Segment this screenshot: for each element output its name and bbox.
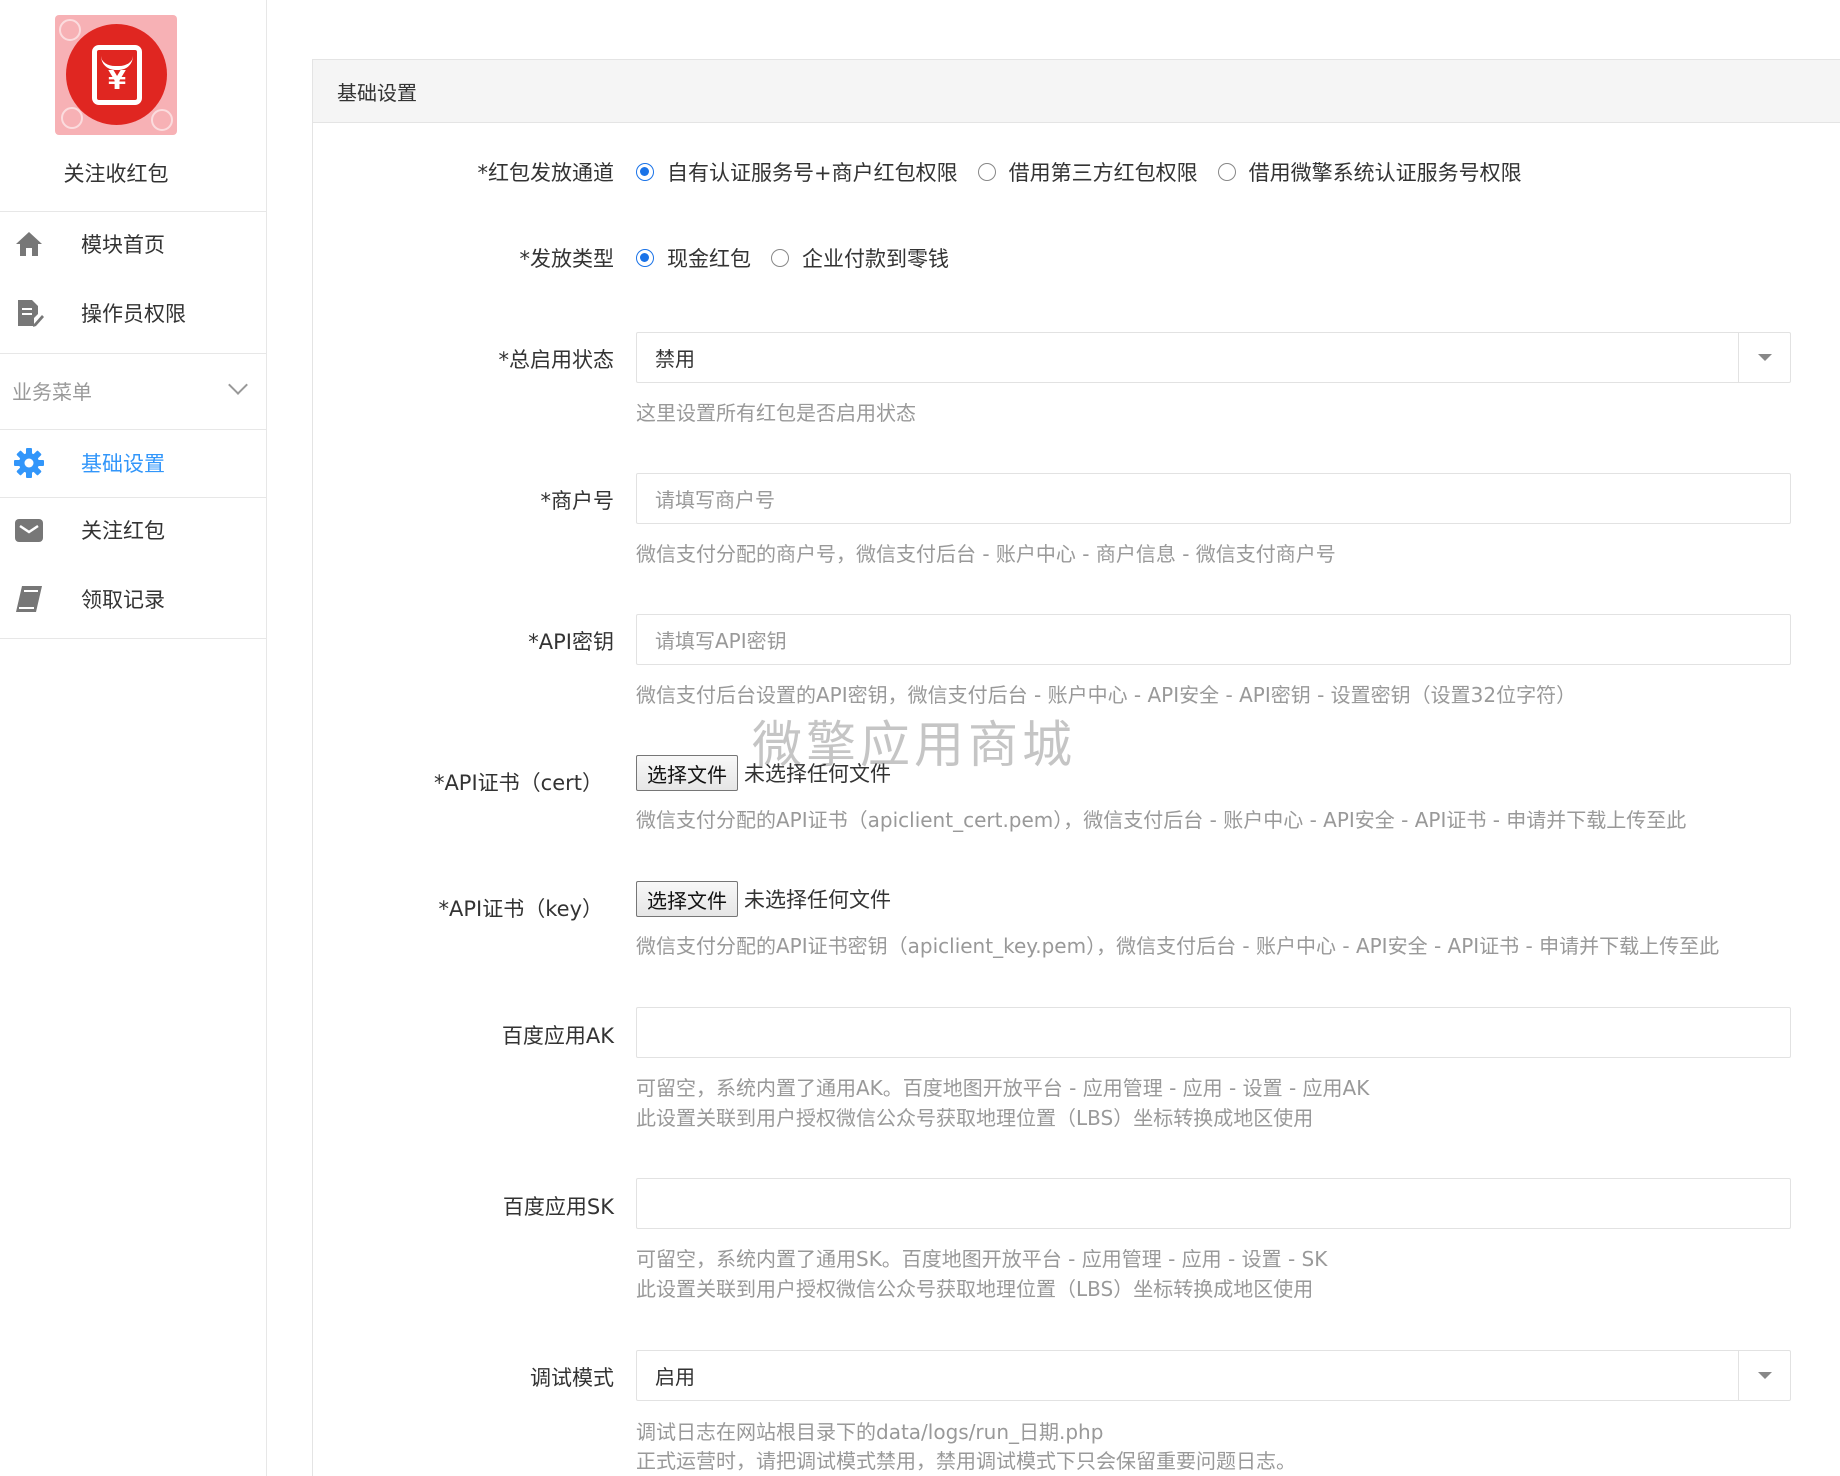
sidebar-item-follow-red-packet[interactable]: 关注红包	[0, 502, 267, 558]
api-key-file-input: 选择文件 未选择任何文件	[636, 881, 891, 917]
issue-type-radio-group: 现金红包 企业付款到零钱	[636, 243, 969, 273]
choose-file-button[interactable]: 选择文件	[636, 755, 738, 791]
channel-option-third-party[interactable]: 借用第三方红包权限	[977, 157, 1198, 187]
api-cert-help: 微信支付分配的API证书（apiclient_cert.pem），微信支付后台 …	[636, 808, 1687, 832]
divider	[0, 353, 267, 354]
sidebar-item-basic-settings[interactable]: 基础设置	[0, 435, 267, 491]
merchant-id-help: 微信支付分配的商户号，微信支付后台 - 账户中心 - 商户信息 - 微信支付商户…	[636, 542, 1336, 566]
envelope-icon	[15, 519, 43, 542]
sidebar-item-label: 模块首页	[81, 233, 165, 257]
merchant-id-input[interactable]: 请填写商户号	[636, 473, 1791, 524]
divider	[0, 497, 267, 498]
file-status: 未选择任何文件	[744, 762, 891, 786]
sidebar-item-label: 关注红包	[81, 519, 165, 543]
debug-mode-select[interactable]: 启用	[636, 1350, 1791, 1401]
debug-mode-label: 调试模式	[530, 1366, 614, 1390]
radio-button[interactable]	[636, 163, 654, 181]
sidebar-item-claim-records[interactable]: 领取记录	[0, 571, 267, 627]
baidu-ak-label: 百度应用AK	[501, 1024, 614, 1048]
issue-type-label: *发放类型	[519, 247, 615, 271]
debug-mode-value: 启用	[655, 1365, 695, 1389]
radio-button[interactable]	[771, 249, 789, 267]
baidu-ak-help-lbs: 此设置关联到用户授权微信公众号获取地理位置（LBS）坐标转换成地区使用	[636, 1106, 1314, 1130]
baidu-ak-help: 可留空，系统内置了通用AK。百度地图开放平台 - 应用管理 - 应用 - 设置 …	[636, 1076, 1370, 1100]
app-logo: ¥	[55, 15, 177, 135]
sidebar-item-module-home[interactable]: 模块首页	[0, 216, 267, 272]
gear-icon	[14, 448, 44, 478]
baidu-sk-input[interactable]	[636, 1178, 1791, 1229]
api-key-placeholder: 请填写API密钥	[655, 629, 787, 653]
baidu-sk-help-lbs: 此设置关联到用户授权微信公众号获取地理位置（LBS）坐标转换成地区使用	[636, 1277, 1314, 1301]
api-key-cert-label: *API证书（key）	[438, 897, 603, 921]
issue-type-option-cash[interactable]: 现金红包	[636, 243, 751, 273]
divider	[0, 211, 267, 212]
debug-mode-help-note: 正式运营时，请把调试模式禁用，禁用调试模式下只会保留重要问题日志。	[636, 1449, 1296, 1473]
baidu-sk-help: 可留空，系统内置了通用SK。百度地图开放平台 - 应用管理 - 应用 - 设置 …	[636, 1247, 1328, 1271]
radio-button[interactable]	[977, 163, 996, 181]
home-icon	[16, 232, 42, 256]
merchant-id-label: *商户号	[540, 489, 615, 513]
api-key-input[interactable]: 请填写API密钥	[636, 614, 1791, 665]
channel-radio-group: 自有认证服务号+商户红包权限 借用第三方红包权限 借用微擎系统认证服务号权限	[636, 157, 1542, 187]
api-key-cert-help: 微信支付分配的API证书密钥（apiclient_key.pem），微信支付后台…	[636, 934, 1720, 958]
menu-heading: 业务菜单	[12, 380, 92, 404]
radio-button[interactable]	[1217, 163, 1236, 181]
caret-down-icon	[1758, 354, 1772, 361]
api-cert-label: *API证书（cert）	[433, 771, 603, 795]
issue-type-option-wallet[interactable]: 企业付款到零钱	[771, 243, 949, 273]
radio-button[interactable]	[636, 249, 654, 267]
choose-file-button[interactable]: 选择文件	[636, 881, 738, 917]
divider	[0, 429, 267, 430]
logo-decoration	[151, 109, 173, 131]
book-icon	[16, 586, 42, 612]
baidu-ak-input[interactable]	[636, 1007, 1791, 1058]
caret-down-icon	[1758, 1372, 1772, 1379]
document-edit-icon	[18, 300, 44, 327]
logo-decoration	[61, 107, 83, 129]
status-select-value: 禁用	[655, 347, 695, 371]
red-envelope-icon: ¥	[66, 24, 167, 125]
panel-title: 基础设置	[313, 60, 1840, 123]
status-label: *总启用状态	[498, 348, 615, 372]
file-status: 未选择任何文件	[744, 888, 891, 912]
sidebar-item-label: 基础设置	[81, 452, 165, 476]
channel-label: *红包发放通道	[477, 161, 615, 185]
api-cert-file-input: 选择文件 未选择任何文件	[636, 755, 891, 791]
logo-decoration	[59, 19, 81, 41]
sidebar-item-label: 操作员权限	[81, 302, 186, 326]
status-select[interactable]: 禁用	[636, 332, 1791, 383]
status-select-toggle[interactable]	[1738, 333, 1790, 382]
sidebar-item-operator-permissions[interactable]: 操作员权限	[0, 285, 267, 341]
debug-mode-select-toggle[interactable]	[1738, 1351, 1790, 1400]
status-help: 这里设置所有红包是否启用状态	[636, 401, 916, 425]
baidu-sk-label: 百度应用SK	[502, 1195, 614, 1219]
channel-option-own[interactable]: 自有认证服务号+商户红包权限	[636, 157, 958, 187]
debug-mode-help: 调试日志在网站根目录下的data/logs/run_日期.php	[636, 1420, 1104, 1444]
app-name: 关注收红包	[63, 162, 169, 186]
channel-option-system[interactable]: 借用微擎系统认证服务号权限	[1217, 157, 1522, 187]
sidebar-item-label: 领取记录	[81, 588, 165, 612]
divider	[0, 638, 267, 639]
sidebar: ¥ 关注收红包 模块首页 操作员权限 业务菜单 基础设置 关注红包 领取记录	[0, 0, 267, 1476]
merchant-id-placeholder: 请填写商户号	[655, 488, 775, 512]
chevron-down-icon[interactable]	[228, 375, 248, 395]
api-key-label: *API密钥	[528, 630, 614, 654]
